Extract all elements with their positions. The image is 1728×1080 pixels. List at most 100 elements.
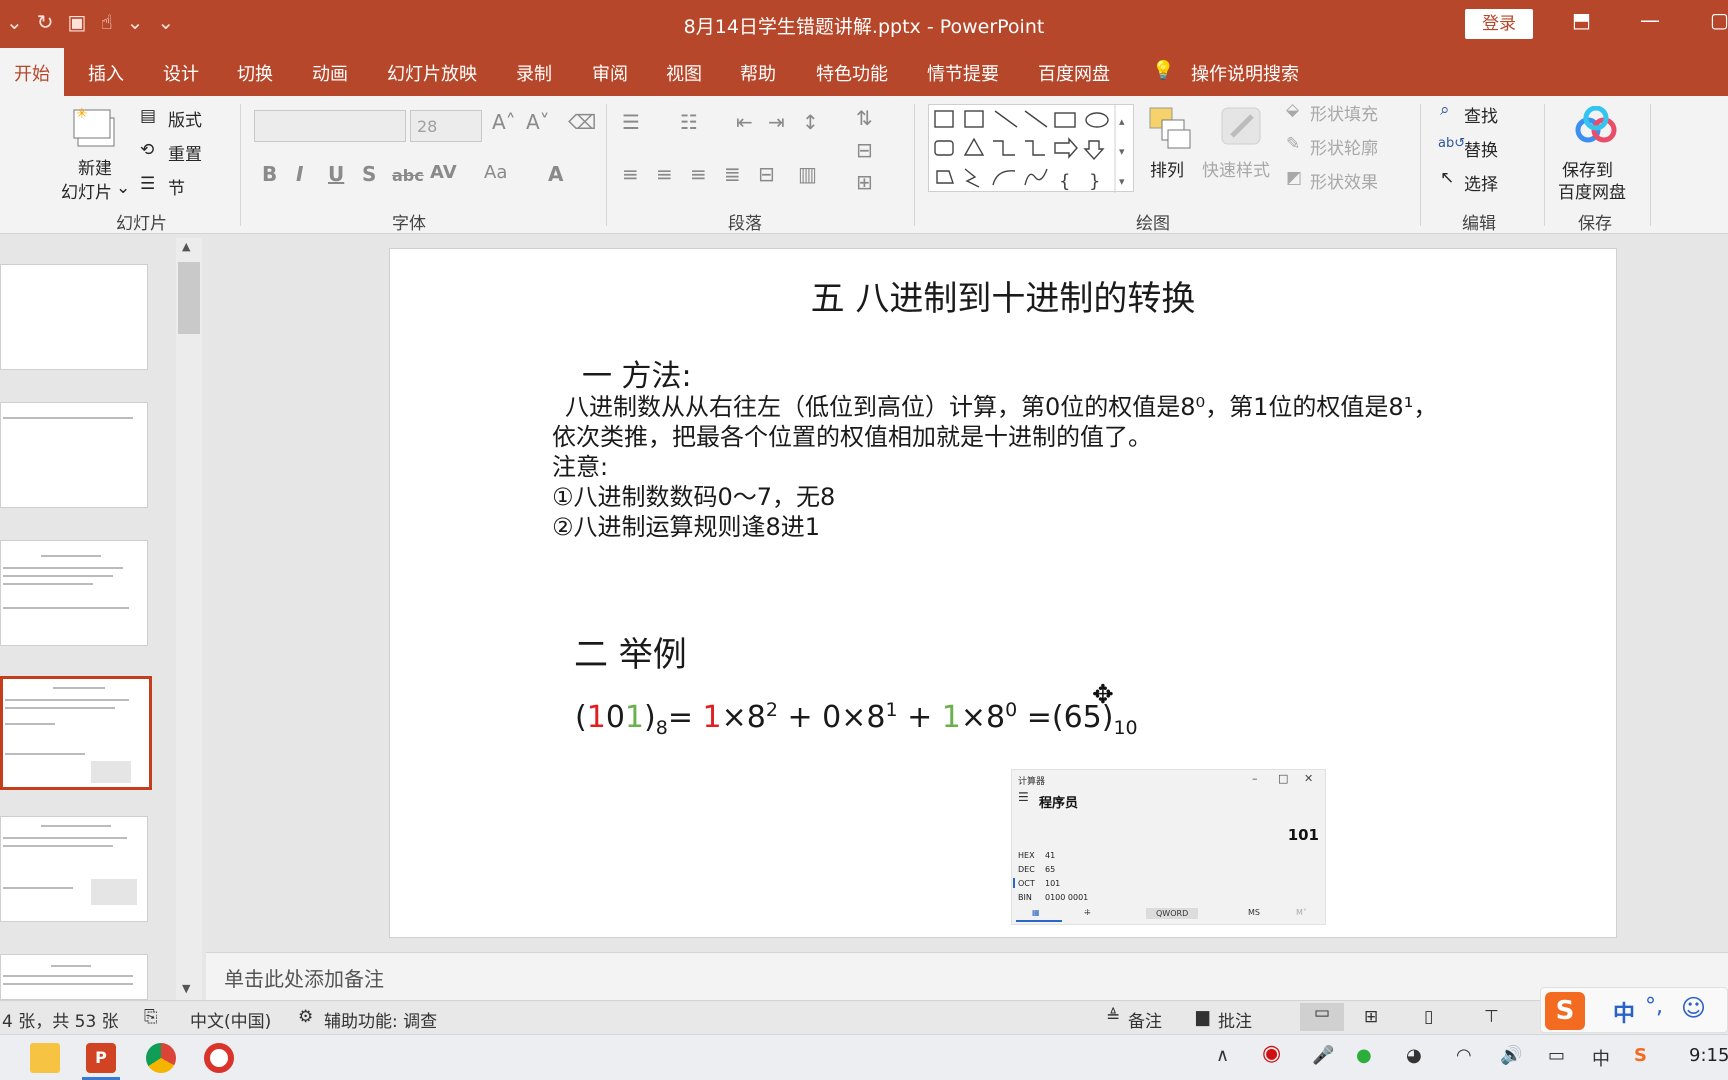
wifi-icon[interactable]: ◠ bbox=[1456, 1045, 1472, 1066]
layout-button[interactable]: 版式 bbox=[168, 106, 202, 131]
clear-format-icon[interactable]: ⌫ bbox=[568, 110, 596, 134]
tab-home[interactable]: 开始 bbox=[0, 48, 64, 96]
find-icon[interactable]: ⌕ bbox=[1440, 100, 1450, 120]
align-right-icon[interactable]: ≡ bbox=[690, 162, 707, 186]
slide-thumbnail[interactable] bbox=[0, 540, 148, 646]
bullets-icon[interactable]: ☰ bbox=[622, 110, 640, 134]
italic-icon[interactable]: I bbox=[296, 162, 303, 186]
comments-icon[interactable]: ▆ bbox=[1196, 1007, 1209, 1027]
ime-chinese-mode[interactable]: 中 bbox=[1613, 996, 1635, 1028]
spelling-icon[interactable]: ⎘ bbox=[144, 1007, 158, 1027]
find-button[interactable]: 查找 bbox=[1464, 102, 1498, 127]
login-button[interactable]: 登录 bbox=[1465, 9, 1533, 39]
tab-storyboard[interactable]: 情节提要 bbox=[927, 60, 999, 86]
slide-title[interactable]: 五 八进制到十进制的转换 bbox=[390, 271, 1616, 320]
tray-overflow-icon[interactable]: ∧ bbox=[1216, 1045, 1229, 1066]
select-icon[interactable]: ↖ bbox=[1440, 168, 1454, 188]
font-size-input[interactable]: 28 bbox=[410, 110, 482, 142]
thumbnail-scrollbar-thumb[interactable] bbox=[178, 262, 200, 334]
notes-placeholder[interactable]: 单击此处添加备注 bbox=[224, 963, 384, 992]
text-direction-icon[interactable]: ⇅ bbox=[856, 106, 873, 130]
reset-button[interactable]: 重置 bbox=[168, 140, 202, 165]
scroll-down-icon[interactable]: ▼ bbox=[182, 982, 190, 995]
line-spacing-icon[interactable]: ↕ bbox=[802, 110, 819, 134]
new-slide-label-2[interactable]: 幻灯片 bbox=[61, 178, 112, 203]
select-button[interactable]: 选择 bbox=[1464, 170, 1498, 195]
section-heading-example[interactable]: 二 举例 bbox=[574, 627, 687, 676]
tab-transitions[interactable]: 切换 bbox=[237, 60, 273, 86]
increase-indent-icon[interactable]: ⇥ bbox=[768, 110, 785, 134]
bold-icon[interactable]: B bbox=[262, 162, 277, 186]
ime-emoji-icon[interactable]: ☺ bbox=[1681, 994, 1706, 1022]
scroll-up-icon[interactable]: ▲ bbox=[182, 240, 190, 253]
slide-sorter-icon[interactable]: ⊞ bbox=[1364, 1007, 1378, 1027]
slideshow-view-icon[interactable]: ⊤ bbox=[1484, 1007, 1499, 1027]
arrange-button[interactable]: 排列 bbox=[1150, 156, 1184, 181]
qq-icon[interactable]: ◕ bbox=[1406, 1045, 1422, 1066]
sogou-tray-icon[interactable]: S bbox=[1634, 1045, 1647, 1066]
slide-thumbnail[interactable] bbox=[0, 954, 148, 1000]
thumbnail-scrollbar[interactable] bbox=[176, 238, 202, 1000]
smartart-icon[interactable]: ⊞ bbox=[856, 170, 873, 194]
new-slide-label-1[interactable]: 新建 bbox=[78, 154, 112, 179]
ribbon-display-icon[interactable]: ⬒ bbox=[1572, 8, 1591, 32]
shapes-gallery[interactable]: { } ▴ ▾ ▾ bbox=[928, 104, 1134, 193]
tab-help[interactable]: 帮助 bbox=[740, 60, 776, 86]
clock[interactable]: 9:15 bbox=[1689, 1045, 1728, 1066]
slide-thumbnail[interactable] bbox=[0, 402, 148, 508]
conversion-formula[interactable]: (101)8= 1×82 + 0×81 + 1×80 =(65)10 bbox=[575, 699, 1138, 739]
language-indicator[interactable]: 中文(中国) bbox=[190, 1007, 271, 1032]
tab-review[interactable]: 审阅 bbox=[592, 60, 628, 86]
columns-icon[interactable]: ▥ bbox=[798, 162, 817, 186]
numbering-icon[interactable]: ☷ bbox=[680, 110, 698, 134]
quick-styles-button[interactable]: 快速样式 bbox=[1202, 156, 1270, 181]
minimize-icon[interactable]: — bbox=[1640, 8, 1660, 32]
recording-icon[interactable]: ◉ bbox=[1262, 1041, 1281, 1066]
shape-effects-icon[interactable]: ◩ bbox=[1286, 168, 1302, 188]
tab-special-features[interactable]: 特色功能 bbox=[816, 60, 888, 86]
recorder-icon[interactable] bbox=[204, 1043, 234, 1073]
notes-toggle-icon[interactable]: ≜ bbox=[1106, 1007, 1120, 1027]
slide-thumbnail-selected[interactable] bbox=[0, 676, 152, 790]
ime-toolbar[interactable]: S 中 °, ☺ bbox=[1540, 987, 1728, 1033]
battery-icon[interactable]: ▭ bbox=[1548, 1045, 1565, 1066]
normal-view-icon[interactable]: ▭ bbox=[1300, 1003, 1344, 1031]
distributed-icon[interactable]: ⊟ bbox=[758, 162, 775, 186]
ime-punctuation-icon[interactable]: °, bbox=[1645, 994, 1663, 1019]
volume-icon[interactable]: 🔊 bbox=[1500, 1045, 1522, 1066]
save-to-baidu-label-2[interactable]: 百度网盘 bbox=[1558, 178, 1626, 203]
slide-thumbnail[interactable] bbox=[0, 816, 148, 922]
file-explorer-icon[interactable] bbox=[30, 1043, 60, 1073]
tab-design[interactable]: 设计 bbox=[163, 60, 199, 86]
microphone-icon[interactable]: 🎤 bbox=[1312, 1045, 1334, 1066]
strikethrough-icon[interactable]: abc bbox=[392, 166, 424, 185]
change-case-icon[interactable]: Aa bbox=[484, 162, 507, 183]
shape-fill-button[interactable]: 形状填充 bbox=[1310, 100, 1378, 125]
text-shadow-icon[interactable]: S bbox=[362, 162, 376, 186]
tell-me-search[interactable]: 操作说明搜索 bbox=[1191, 60, 1299, 86]
notes-toggle[interactable]: 备注 bbox=[1128, 1007, 1162, 1032]
reading-view-icon[interactable]: ▯ bbox=[1424, 1007, 1433, 1027]
reset-icon[interactable]: ⟲ bbox=[140, 140, 154, 160]
slide-thumbnail[interactable] bbox=[0, 264, 148, 370]
powerpoint-taskbar-icon[interactable]: P bbox=[86, 1043, 116, 1073]
calculator-screenshot[interactable]: 计算器 – □ ✕ ☰ 程序员 101 HEX 41 DEC 65 OCT 10… bbox=[1011, 769, 1326, 925]
tab-insert[interactable]: 插入 bbox=[88, 60, 124, 86]
accessibility-icon[interactable]: ⚙ bbox=[298, 1007, 313, 1027]
section-button[interactable]: 节 bbox=[168, 174, 185, 199]
slide-canvas[interactable]: 五 八进制到十进制的转换 一 方法: 八进制数从从右往左（低位到高位）计算，第0… bbox=[389, 248, 1617, 938]
new-slide-dropdown-icon[interactable]: ⌄ bbox=[116, 178, 130, 198]
tab-animations[interactable]: 动画 bbox=[312, 60, 348, 86]
body-line[interactable]: ②八进制运算规则逢8进1 bbox=[552, 507, 820, 542]
baidu-netdisk-icon[interactable] bbox=[1574, 105, 1618, 146]
increase-font-icon[interactable]: A˄ bbox=[492, 110, 516, 134]
quick-styles-icon[interactable] bbox=[1218, 106, 1264, 150]
shape-effects-button[interactable]: 形状效果 bbox=[1310, 168, 1378, 193]
ime-tray-indicator[interactable]: 中 bbox=[1592, 1045, 1610, 1071]
layout-icon[interactable]: ▤ bbox=[140, 106, 156, 126]
shape-outline-button[interactable]: 形状轮廓 bbox=[1310, 134, 1378, 159]
decrease-indent-icon[interactable]: ⇤ bbox=[736, 110, 753, 134]
arrange-icon[interactable] bbox=[1148, 106, 1192, 150]
chrome-icon[interactable] bbox=[146, 1043, 176, 1073]
wechat-icon[interactable]: ● bbox=[1356, 1045, 1372, 1066]
